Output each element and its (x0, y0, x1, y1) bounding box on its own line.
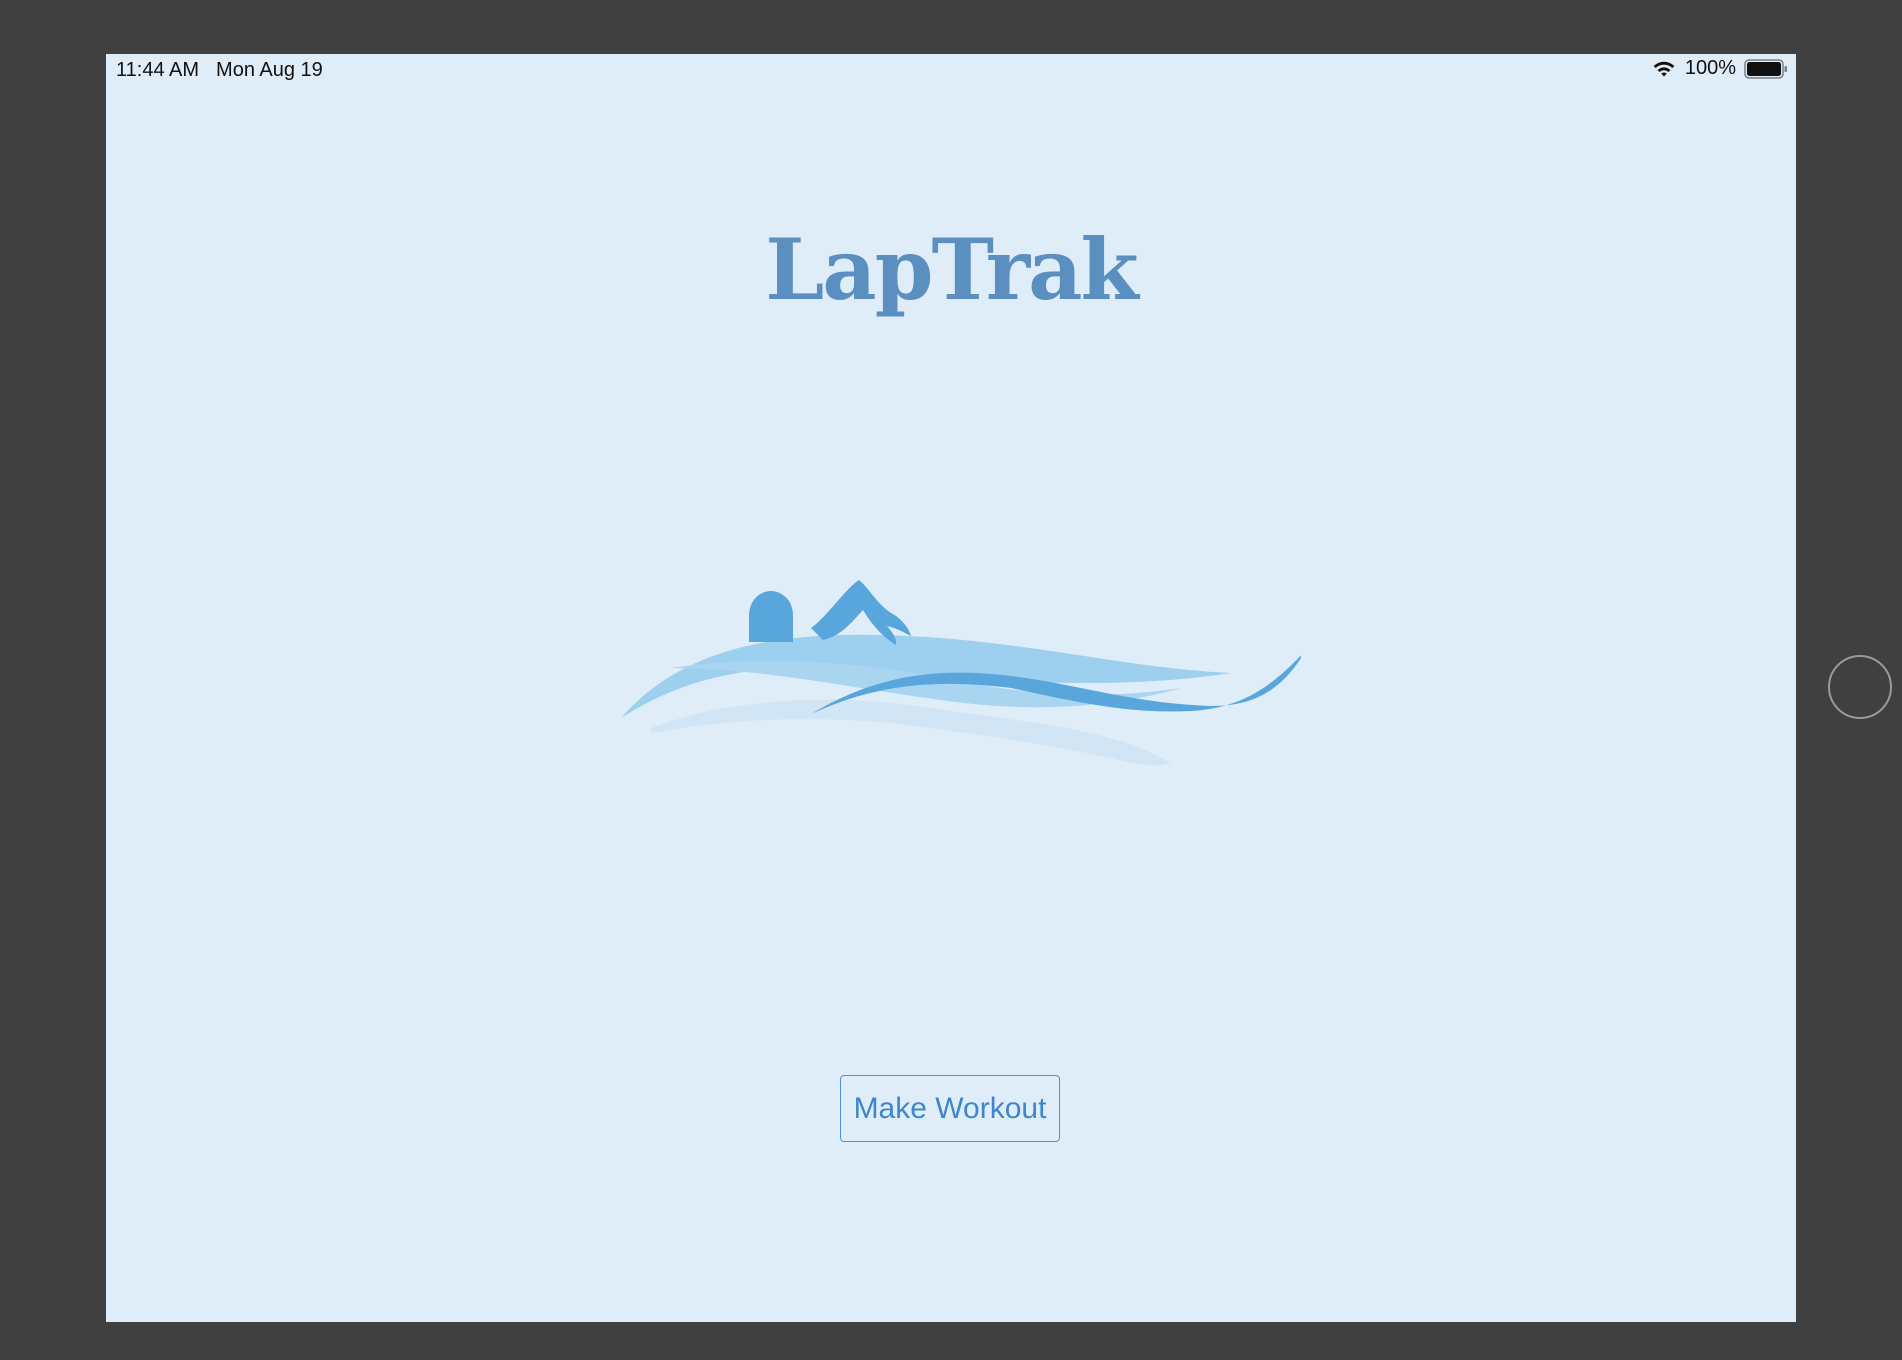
app-title: LapTrak (765, 220, 1139, 319)
status-bar: 11:44 AM Mon Aug 19 100% (106, 54, 1796, 88)
status-time: 11:44 AM (116, 59, 200, 81)
simulator-frame: 11:44 AM Mon Aug 19 100% LapTrak Make Wo… (0, 0, 1902, 1360)
make-workout-button[interactable]: Make Workout (840, 1075, 1060, 1142)
status-date: Mon Aug 19 (216, 59, 323, 81)
ipad-screen: 11:44 AM Mon Aug 19 100% LapTrak Make Wo… (106, 54, 1796, 1322)
battery-icon (1744, 58, 1787, 79)
battery-percentage: 100% (1684, 57, 1736, 79)
swimmer-waves-logo-icon (621, 580, 1301, 766)
wifi-icon (1653, 61, 1675, 76)
status-bar-right: 100% (1651, 57, 1788, 80)
home-button[interactable] (1828, 655, 1892, 719)
status-bar-left: 11:44 AM Mon Aug 19 (116, 59, 323, 82)
